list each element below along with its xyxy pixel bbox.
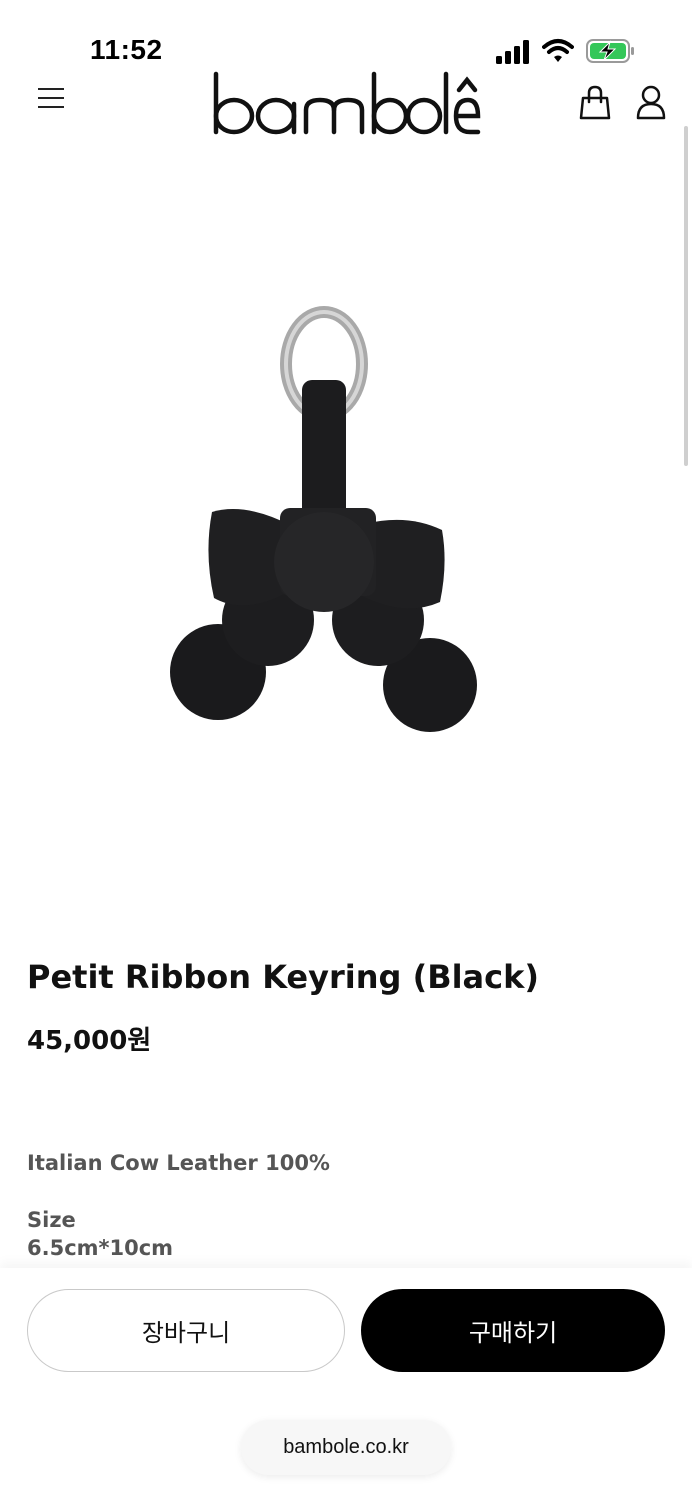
product-material: Italian Cow Leather 100% — [27, 1151, 330, 1175]
product-size-label: Size — [27, 1208, 76, 1232]
product-price: 45,000원 — [27, 1026, 152, 1056]
scrollbar[interactable] — [684, 126, 688, 466]
battery-charging-icon — [586, 39, 634, 63]
hamburger-menu-icon[interactable] — [38, 88, 68, 114]
shopping-bag-icon[interactable] — [578, 84, 612, 122]
status-bar: 11:52 — [0, 0, 692, 74]
browser-url-bar[interactable]: bambole.co.kr — [241, 1420, 451, 1475]
product-size-value: 6.5cm*10cm — [27, 1236, 174, 1260]
wifi-icon — [542, 39, 574, 62]
buy-now-button[interactable]: 구매하기 — [361, 1289, 665, 1372]
status-time: 11:52 — [90, 34, 163, 65]
product-title: Petit Ribbon Keyring (Black) — [27, 958, 540, 996]
cellular-signal-icon — [496, 40, 529, 64]
product-image — [170, 306, 477, 732]
add-to-cart-button[interactable]: 장바구니 — [27, 1289, 345, 1372]
site-header — [0, 66, 692, 142]
bambole-logo[interactable] — [210, 70, 482, 138]
user-icon[interactable] — [634, 84, 668, 122]
